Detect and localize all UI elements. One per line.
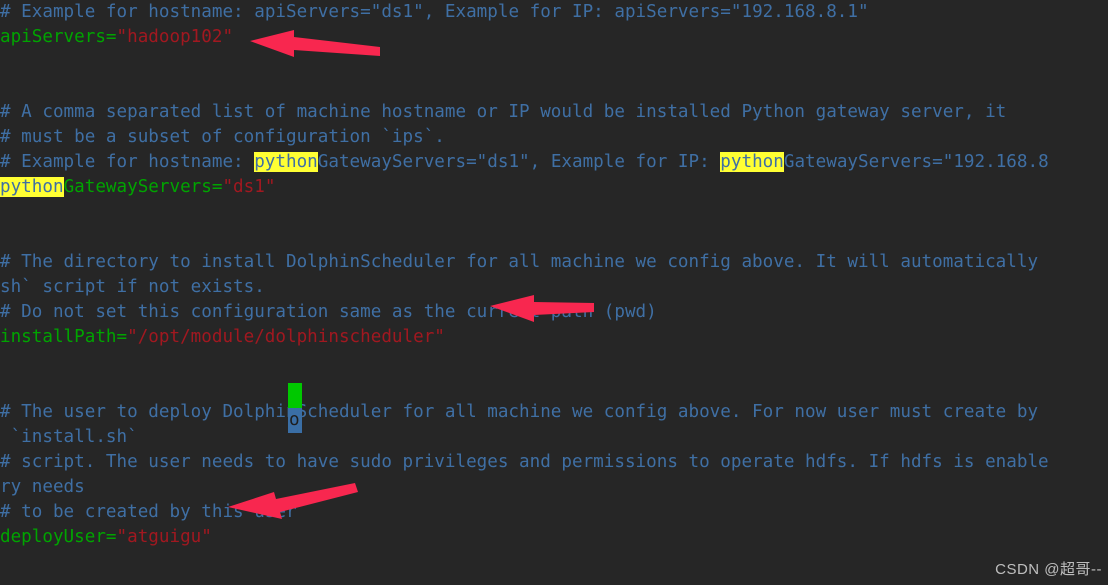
config-key: GatewayServers= [63,177,223,197]
comment-text: a [201,2,212,22]
code-line[interactable]: # must be a subset of configuration `ips… [0,125,1108,150]
code-line[interactable]: deployUser="atguigu" [0,525,1108,550]
config-key: apiServers= [0,27,117,47]
code-line[interactable] [0,50,1108,75]
comment-text: # script. The user needs to have sudo pr… [0,452,1049,472]
comment-text: sh` script if not exists. [0,277,265,297]
config-value-string: "ds1" [222,177,276,197]
code-line[interactable] [0,225,1108,250]
code-line[interactable]: # to be created by this user [0,500,1108,525]
code-editor-area[interactable]: # Example for hostname: apiServers="ds1"… [0,0,1108,585]
comment-text: # must be a subset of configuration `ips… [0,127,445,147]
terminal-window: # Example for hostname: apiServers="ds1"… [0,0,1108,585]
code-line[interactable] [0,200,1108,225]
code-line[interactable]: # The user to deploy DolphinScheduler fo… [0,400,1108,425]
code-line[interactable]: sh` script if not exists. [0,275,1108,300]
comment-text: # The directory to install DolphinSchedu… [0,252,1039,272]
code-line[interactable] [0,550,1108,575]
code-line[interactable] [0,350,1108,375]
comment-text: GatewayServers="ds1", Example for IP: [317,152,721,172]
code-line[interactable] [0,575,1108,585]
comment-text: # Example for hostname: [0,152,255,172]
code-line[interactable]: # A comma separated list of machine host… [0,100,1108,125]
code-line[interactable]: `install.sh` [0,425,1108,450]
search-match-highlight: python [720,152,784,172]
config-value-string: "atguigu" [116,527,212,547]
code-line[interactable]: # Example for hostname: pythonGatewaySer… [0,150,1108,175]
config-key: deployUser= [0,527,117,547]
comment-text: me: apiServers="ds1", Example for IP: ap… [211,2,869,22]
code-line[interactable]: installPath="/opt/module/dolphinschedule… [0,325,1108,350]
csdn-watermark: CSDN @超哥-- [995,561,1102,578]
comment-text: # The user to deploy DolphinScheduler fo… [0,402,1039,422]
comment-text: GatewayServers="192.168.8 [783,152,1049,172]
code-line[interactable]: pythonGatewayServers="ds1" [0,175,1108,200]
code-line[interactable]: # Example for hostname: apiServers="ds1"… [0,0,1108,25]
config-value-string: "/opt/module/dolphinscheduler" [127,327,445,347]
config-key: installPath= [0,327,128,347]
code-line[interactable]: # The directory to install DolphinSchedu… [0,250,1108,275]
comment-text: # A comma separated list of machine host… [0,102,1007,122]
code-line[interactable] [0,375,1108,400]
comment-text: # Do not set this configuration same as … [0,302,657,322]
code-line[interactable]: # Do not set this configuration same as … [0,300,1108,325]
config-value-string: "hadoop102" [116,27,234,47]
code-line[interactable]: apiServers="hadoop102" [0,25,1108,50]
text-cursor [288,383,302,408]
search-match-highlight: python [0,177,64,197]
code-line[interactable] [0,75,1108,100]
comment-text: ry needs [0,477,85,497]
selected-character: o [289,410,300,430]
code-line[interactable]: ry needs [0,475,1108,500]
comment-text: `install.sh` [0,427,138,447]
comment-text: # to be created by this user [0,502,297,522]
comment-text: # Example for hostn [0,2,202,22]
search-match-highlight: python [254,152,318,172]
code-line[interactable]: # script. The user needs to have sudo pr… [0,450,1108,475]
